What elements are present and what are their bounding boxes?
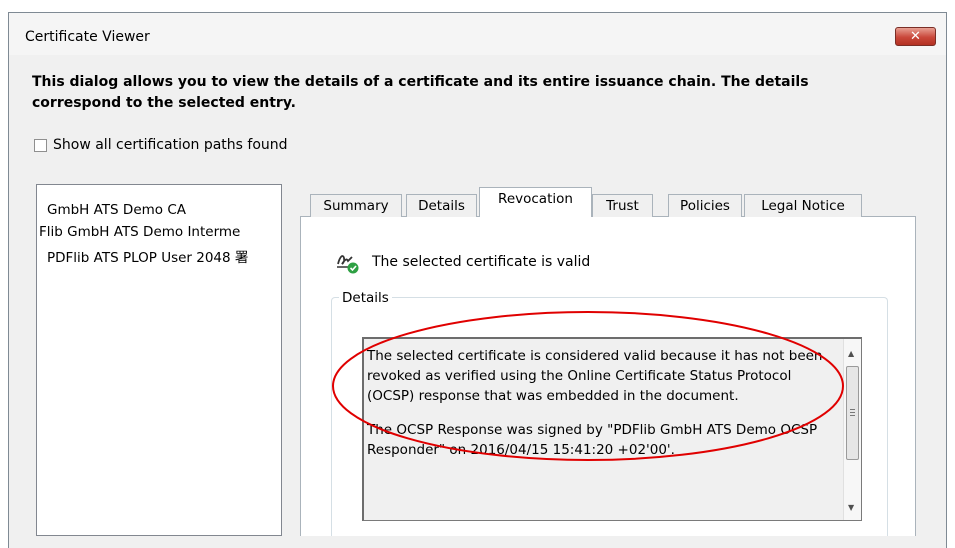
tab-legal-notice[interactable]: Legal Notice xyxy=(744,194,862,217)
show-all-paths-label[interactable]: Show all certification paths found xyxy=(53,137,288,153)
tab-revocation[interactable]: Revocation xyxy=(479,187,592,217)
grip-icon xyxy=(850,409,855,418)
show-all-paths-row[interactable]: Show all certification paths found xyxy=(34,137,288,153)
details-scrollbar[interactable]: ▲ ▼ xyxy=(843,339,861,520)
intro-text: This dialog allows you to view the detai… xyxy=(32,74,809,111)
details-paragraph: The selected certificate is considered v… xyxy=(367,348,823,404)
title-bar[interactable]: Certificate Viewer ✕ xyxy=(9,13,946,55)
revocation-status: The selected certificate is valid xyxy=(336,250,590,274)
details-paragraph: The OCSP Response was signed by "PDFlib … xyxy=(367,422,818,458)
signature-valid-icon xyxy=(337,255,359,274)
tree-item-user-cert[interactable]: PDFlib ATS PLOP User 2048 署 xyxy=(47,246,248,266)
tab-summary[interactable]: Summary xyxy=(310,194,402,217)
tree-item-intermediate-ca[interactable]: Flib GmbH ATS Demo Interme xyxy=(39,224,240,240)
details-legend: Details xyxy=(339,290,392,306)
close-button[interactable]: ✕ xyxy=(895,27,936,46)
details-textarea[interactable]: The selected certificate is considered v… xyxy=(362,337,862,521)
tab-details[interactable]: Details xyxy=(406,194,477,217)
close-icon: ✕ xyxy=(910,29,921,44)
certificate-chain-tree[interactable]: GmbH ATS Demo CA Flib GmbH ATS Demo Inte… xyxy=(36,184,282,536)
tab-policies[interactable]: Policies xyxy=(668,194,742,217)
scroll-up-arrow-icon[interactable]: ▲ xyxy=(848,349,854,358)
scroll-down-arrow-icon[interactable]: ▼ xyxy=(848,503,854,512)
window-title: Certificate Viewer xyxy=(25,29,150,45)
scroll-thumb[interactable] xyxy=(846,366,859,460)
show-all-paths-checkbox[interactable] xyxy=(34,138,47,152)
tab-trust[interactable]: Trust xyxy=(592,194,653,217)
tree-item-root-ca[interactable]: GmbH ATS Demo CA xyxy=(47,202,186,218)
status-text: The selected certificate is valid xyxy=(372,254,591,270)
